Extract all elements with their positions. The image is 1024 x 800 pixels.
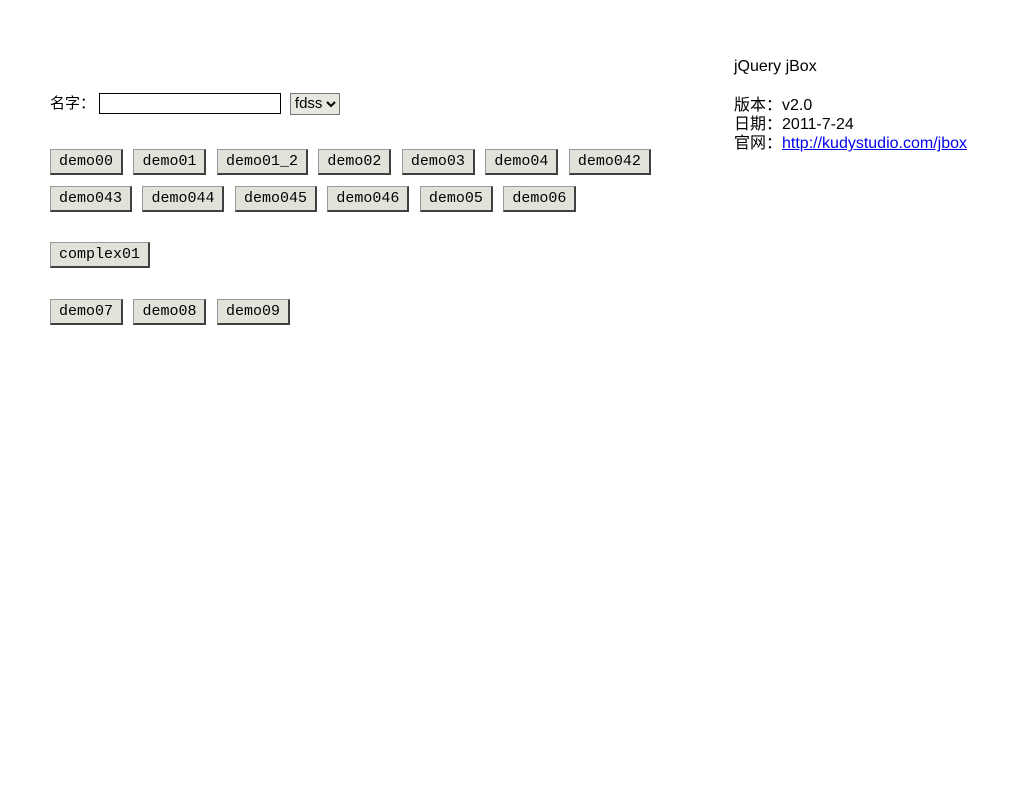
site-label: 官网： bbox=[734, 135, 782, 152]
demo06-button[interactable]: demo06 bbox=[503, 186, 576, 212]
date-value: 2011-7-24 bbox=[782, 116, 854, 133]
demo044-button[interactable]: demo044 bbox=[142, 186, 224, 212]
date-label: 日期： bbox=[734, 116, 782, 133]
name-label: 名字： bbox=[50, 96, 95, 112]
demo08-button[interactable]: demo08 bbox=[133, 299, 206, 325]
button-group-3: demo07 demo08 demo09 bbox=[50, 293, 700, 330]
site-link[interactable]: http://kudystudio.com/jbox bbox=[782, 135, 967, 152]
button-group-2: complex01 bbox=[50, 236, 700, 273]
demo02-button[interactable]: demo02 bbox=[318, 149, 391, 175]
demo042-button[interactable]: demo042 bbox=[569, 149, 651, 175]
version-label: 版本： bbox=[734, 97, 782, 114]
input-row: 名字： fdss bbox=[50, 92, 700, 115]
name-select[interactable]: fdss bbox=[290, 93, 340, 115]
demo09-button[interactable]: demo09 bbox=[217, 299, 290, 325]
site-line: 官网：http://kudystudio.com/jbox bbox=[734, 134, 1014, 153]
demo07-button[interactable]: demo07 bbox=[50, 299, 123, 325]
demo04-button[interactable]: demo04 bbox=[485, 149, 558, 175]
info-sidebar: jQuery jBox 版本：v2.0 日期：2011-7-24 官网：http… bbox=[734, 58, 1014, 154]
name-input[interactable] bbox=[99, 93, 281, 114]
complex01-button[interactable]: complex01 bbox=[50, 242, 150, 268]
version-value: v2.0 bbox=[782, 97, 812, 114]
demo01-button[interactable]: demo01 bbox=[133, 149, 206, 175]
demo03-button[interactable]: demo03 bbox=[402, 149, 475, 175]
date-line: 日期：2011-7-24 bbox=[734, 115, 1014, 134]
demo046-button[interactable]: demo046 bbox=[327, 186, 409, 212]
main-area: 名字： fdss demo00 demo01 demo01_2 demo02 d… bbox=[50, 92, 700, 350]
demo00-button[interactable]: demo00 bbox=[50, 149, 123, 175]
demo05-button[interactable]: demo05 bbox=[420, 186, 493, 212]
demo045-button[interactable]: demo045 bbox=[235, 186, 317, 212]
demo01_2-button[interactable]: demo01_2 bbox=[217, 149, 308, 175]
button-group-1: demo00 demo01 demo01_2 demo02 demo03 dem… bbox=[50, 143, 700, 217]
demo043-button[interactable]: demo043 bbox=[50, 186, 132, 212]
version-line: 版本：v2.0 bbox=[734, 96, 1014, 115]
sidebar-title: jQuery jBox bbox=[734, 58, 1014, 76]
